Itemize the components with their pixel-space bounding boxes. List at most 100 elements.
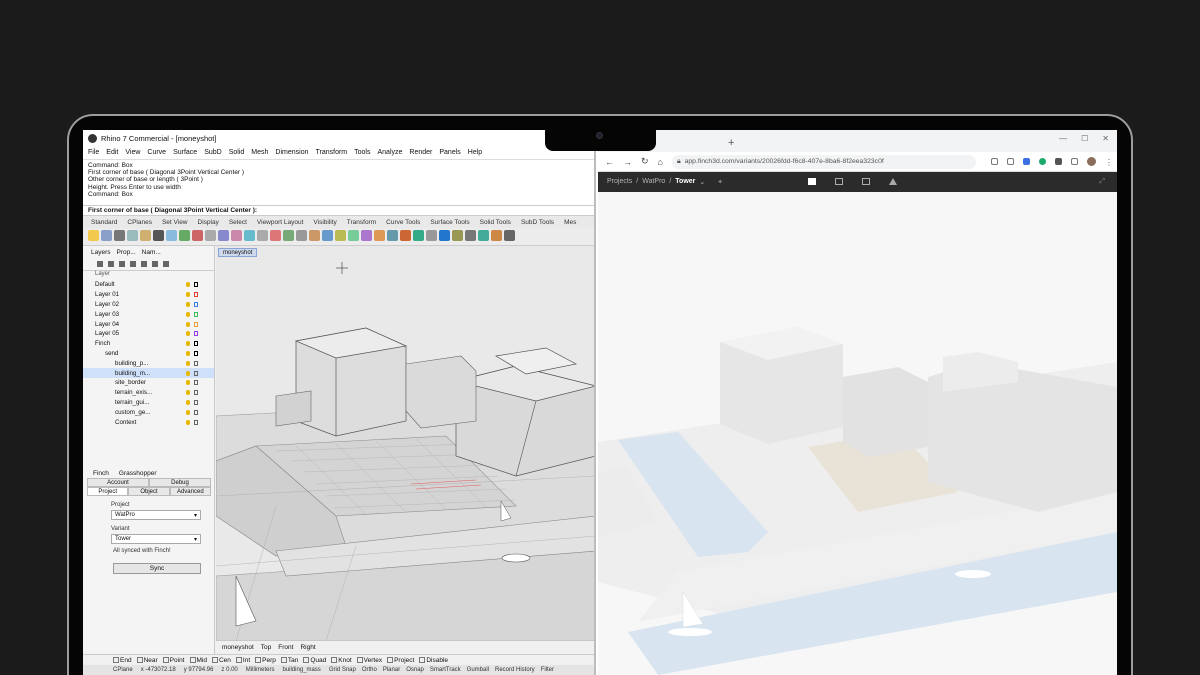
toolbar-tool-icon[interactable] [452,230,463,241]
home-icon[interactable]: ⌂ [658,157,663,167]
back-icon[interactable]: ← [605,157,614,167]
tab-set-view[interactable]: Set View [162,219,188,226]
breadcrumb-variant[interactable]: Tower [675,178,695,186]
fullscreen-icon[interactable]: ⤢ [1099,178,1105,186]
menu-panels[interactable]: Panels [439,149,460,156]
menu-file[interactable]: File [88,149,99,156]
tab-solid-tools[interactable]: Solid Tools [480,219,511,226]
osnap-point[interactable]: Point [162,657,185,664]
visibility-bulb-icon[interactable] [186,311,190,317]
bookmark-icon[interactable] [1006,158,1014,165]
toolbar-tool-icon[interactable] [127,230,138,241]
layer-row[interactable]: Layer 01 [83,290,214,300]
lock-icon[interactable] [194,419,198,425]
layer-row[interactable]: Finch [83,339,214,349]
move-down-icon[interactable] [141,261,147,267]
visibility-bulb-icon[interactable] [186,419,190,425]
triangle-icon[interactable] [889,178,897,185]
tab-subd-tools[interactable]: SubD Tools [521,219,554,226]
toolbar-tool-icon[interactable] [166,230,177,241]
layer-row[interactable]: building_m... [83,368,214,378]
puzzle-icon[interactable] [1054,158,1062,165]
viewport-tab-top[interactable]: Top [261,644,271,651]
toolbar-tool-icon[interactable] [361,230,372,241]
lock-icon[interactable] [194,321,198,327]
menu-solid[interactable]: Solid [229,149,245,156]
toolbar-tool-icon[interactable] [348,230,359,241]
more-icon[interactable]: ⋮ [1105,158,1113,167]
share-icon[interactable] [990,158,998,165]
viewport-tab-front[interactable]: Front [278,644,293,651]
reload-icon[interactable]: ↻ [641,156,649,167]
new-sublayer-icon[interactable] [108,261,114,267]
osnap-near[interactable]: Near [136,657,158,664]
visibility-bulb-icon[interactable] [186,360,190,366]
menu-edit[interactable]: Edit [106,149,118,156]
variant-select[interactable]: Tower ▾ [111,534,201,544]
lock-icon[interactable] [194,301,198,307]
osnap-cen[interactable]: Cen [211,657,231,664]
osnap-perp[interactable]: Perp [255,657,276,664]
layer-row[interactable]: custom_ge... [83,407,214,417]
toolbar-tool-icon[interactable] [153,230,164,241]
visibility-bulb-icon[interactable] [186,282,190,288]
layer-options-icon[interactable] [163,261,169,267]
lock-icon[interactable] [194,331,198,337]
osnap-vertex[interactable]: Vertex [356,657,382,664]
tab-viewport-layout[interactable]: Viewport Layout [257,219,304,226]
status-toggle-filter[interactable]: Filter [541,667,554,673]
osnap-tan[interactable]: Tan [280,657,298,664]
minimize-icon[interactable]: — [1059,134,1067,143]
tab-nam[interactable]: Nam... [142,249,161,256]
toolbar-tool-icon[interactable] [218,230,229,241]
visibility-bulb-icon[interactable] [186,341,190,347]
tab-curve-tools[interactable]: Curve Tools [386,219,420,226]
tab-mes[interactable]: Mes [564,219,576,226]
visibility-bulb-icon[interactable] [186,390,190,396]
menu-mesh[interactable]: Mesh [251,149,268,156]
toolbar-tool-icon[interactable] [491,230,502,241]
avatar[interactable] [1086,157,1096,166]
tab-debug[interactable]: Debug [149,478,211,487]
toolbar-tool-icon[interactable] [374,230,385,241]
toolbar-tool-icon[interactable] [439,230,450,241]
visibility-bulb-icon[interactable] [186,350,190,356]
tab-display[interactable]: Display [198,219,219,226]
toolbar-tool-icon[interactable] [387,230,398,241]
toolbar-tool-icon[interactable] [101,230,112,241]
breadcrumb-project[interactable]: WatPro [642,178,665,186]
toolbar-tool-icon[interactable] [322,230,333,241]
layer-row[interactable]: terrain_gui... [83,398,214,408]
toolbar-tool-icon[interactable] [478,230,489,241]
lock-icon[interactable] [194,380,198,386]
toolbar-tool-icon[interactable] [192,230,203,241]
lock-icon[interactable] [194,292,198,298]
layout-icon[interactable] [862,178,870,185]
layer-row[interactable]: Layer 04 [83,319,214,329]
lock-icon[interactable] [194,282,198,288]
new-layer-icon[interactable] [97,261,103,267]
visibility-bulb-icon[interactable] [186,409,190,415]
project-select[interactable]: WatPro ▾ [111,510,201,520]
toolbar-tool-icon[interactable] [465,230,476,241]
layer-row[interactable]: building_p... [83,358,214,368]
filter-icon[interactable] [152,261,158,267]
tab-cplanes[interactable]: CPlanes [127,219,152,226]
viewport-tab-moneyshot[interactable]: moneyshot [222,644,254,651]
menu-dimension[interactable]: Dimension [275,149,308,156]
visibility-bulb-icon[interactable] [186,370,190,376]
toolbar-tool-icon[interactable] [296,230,307,241]
tab-visibility[interactable]: Visibility [313,219,336,226]
toolbar-tool-icon[interactable] [114,230,125,241]
osnap-int[interactable]: Int [235,657,250,664]
finch-3d-canvas[interactable]: ‹ › [598,192,1117,675]
toolbar-tool-icon[interactable] [335,230,346,241]
toolbar-tool-icon[interactable] [270,230,281,241]
layer-row[interactable]: Context [83,417,214,427]
lock-icon[interactable] [194,399,198,405]
osnap-project[interactable]: Project [387,657,414,664]
close-icon[interactable]: ✕ [1102,134,1109,143]
forward-icon[interactable]: → [623,157,632,167]
menu-transform[interactable]: Transform [316,149,348,156]
osnap-mid[interactable]: Mid [189,657,207,664]
